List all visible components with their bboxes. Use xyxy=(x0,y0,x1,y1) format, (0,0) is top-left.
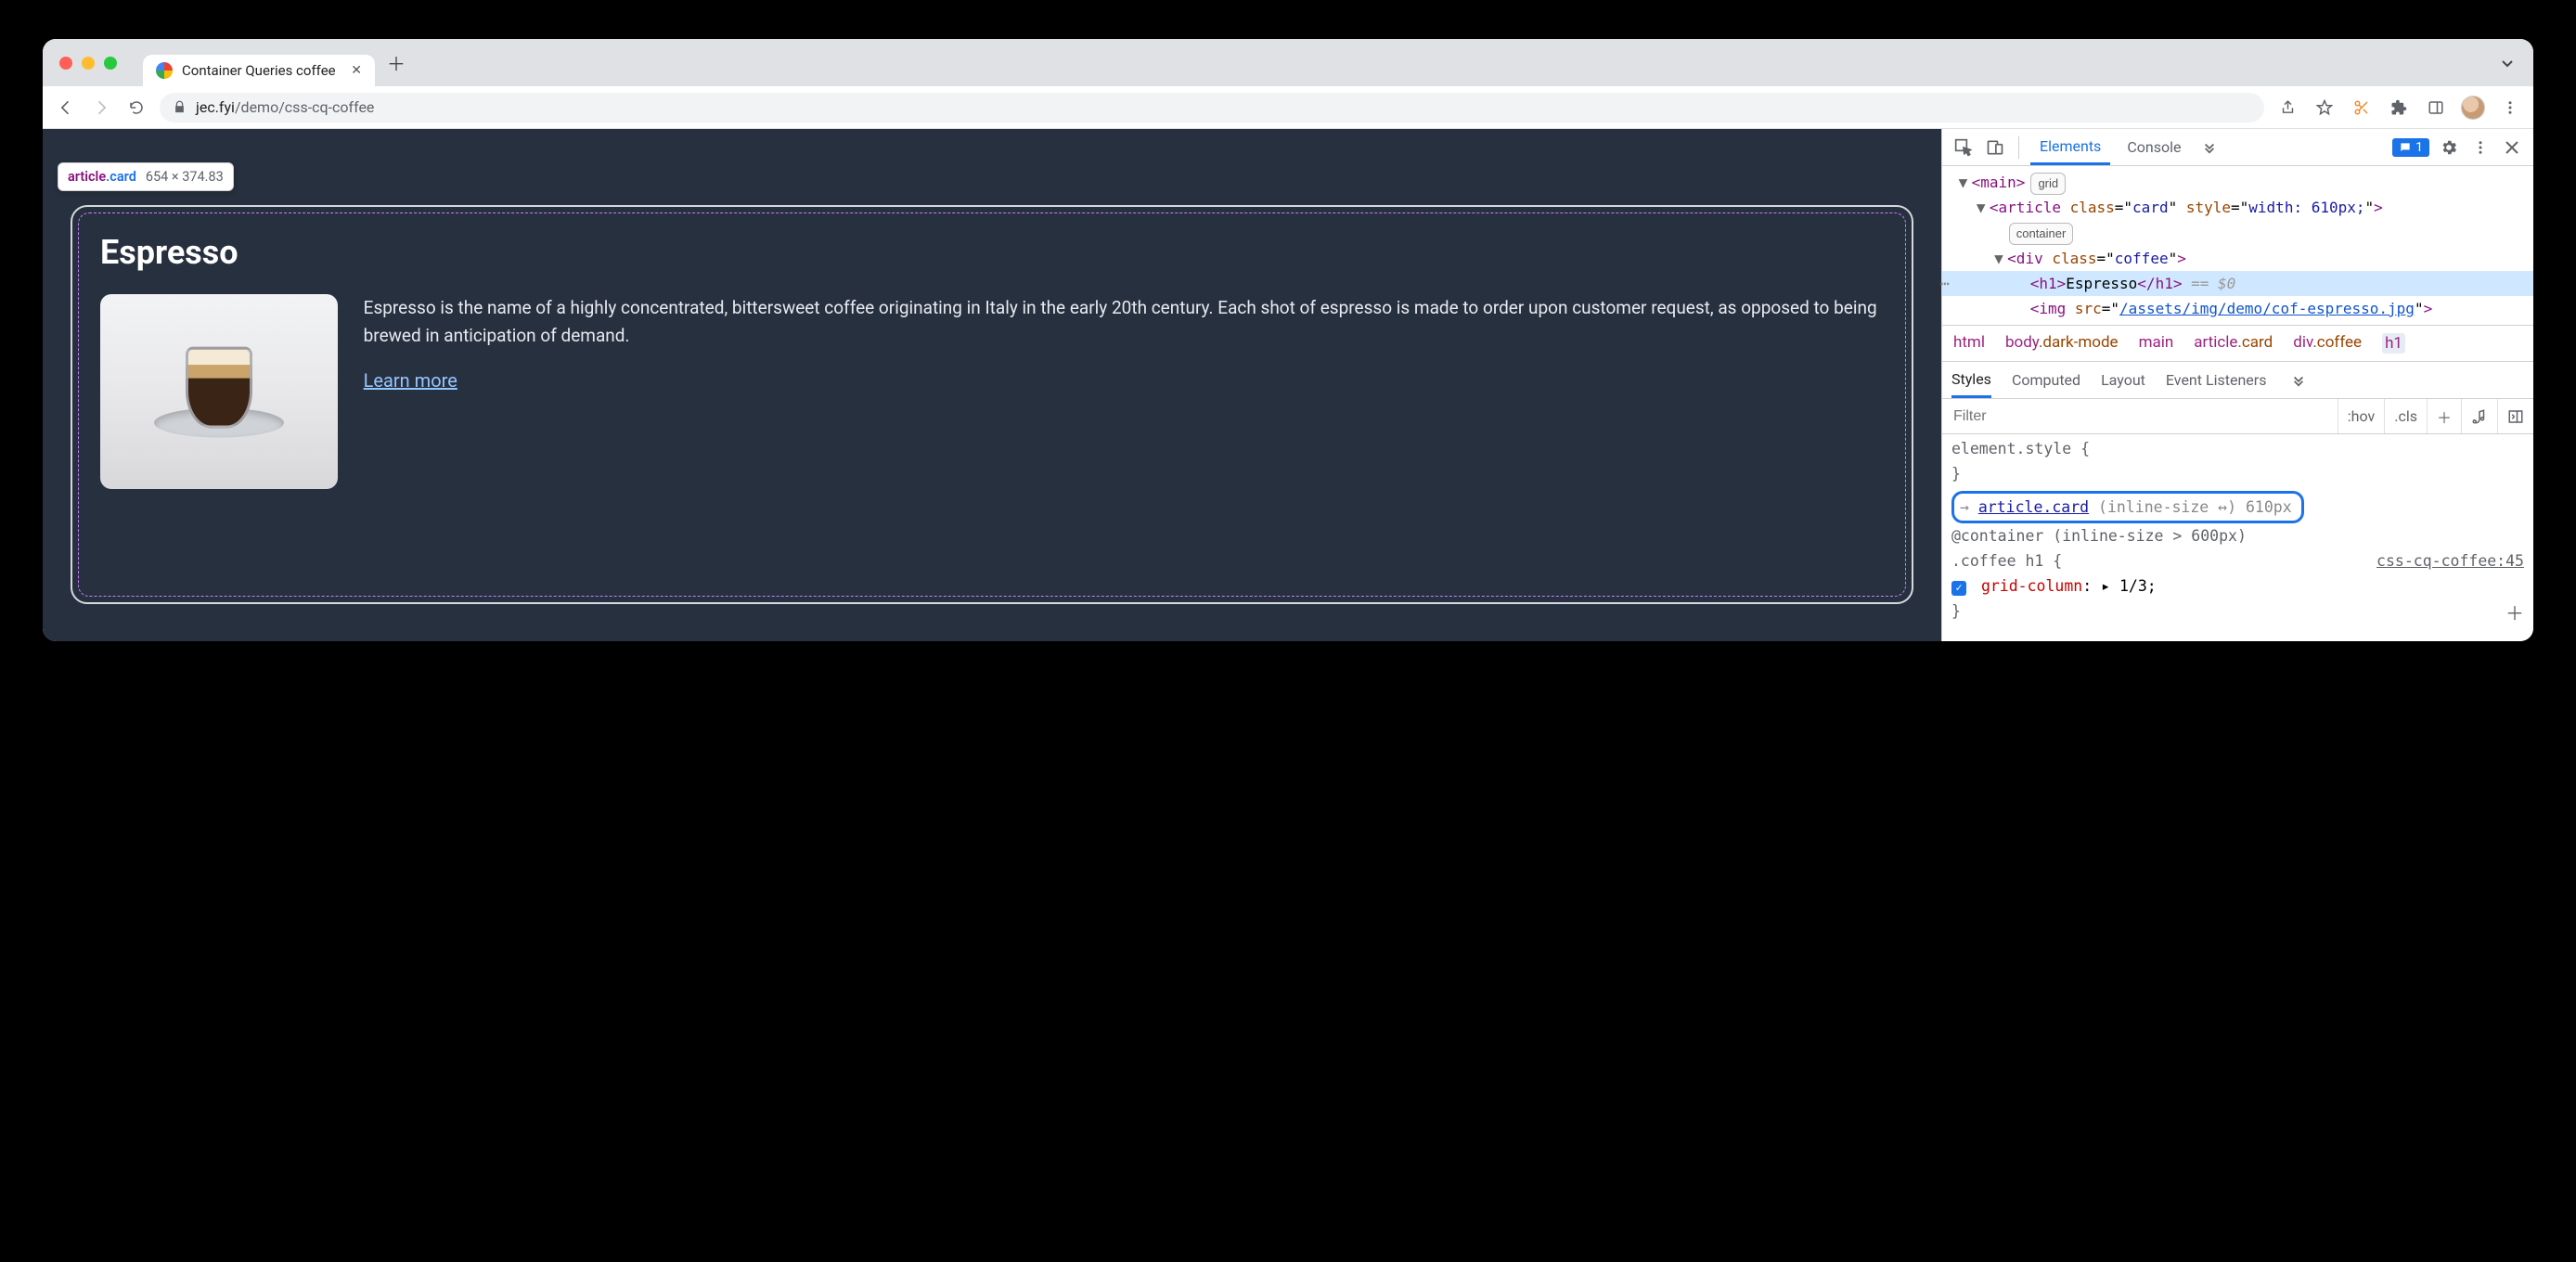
inspect-element-icon[interactable] xyxy=(1951,135,1976,160)
bookmark-icon[interactable] xyxy=(2312,96,2337,120)
crumb-html[interactable]: html xyxy=(1953,333,1985,354)
subtab-event-listeners[interactable]: Event Listeners xyxy=(2166,371,2267,389)
rule-selector: .coffee h1 { xyxy=(1951,552,2062,570)
card-body: Espresso is the name of a highly concent… xyxy=(100,294,1884,489)
subtab-styles[interactable]: Styles xyxy=(1951,362,1991,398)
page-viewport: article.card 654 × 374.83 Espresso Espre… xyxy=(43,129,1941,641)
forward-button[interactable] xyxy=(89,96,113,120)
url-text: jec.fyi/demo/css-cq-coffee xyxy=(196,98,374,116)
rendering-emulations-icon[interactable] xyxy=(2461,399,2497,433)
dom-tree[interactable]: ▼<main>grid ▼<article class="card" style… xyxy=(1942,166,2533,325)
devtools-toolbar: Elements Console 1 xyxy=(1942,129,2533,166)
tab-title: Container Queries coffee xyxy=(182,62,336,79)
window-controls xyxy=(43,57,134,70)
issues-badge[interactable]: 1 xyxy=(2392,138,2429,157)
browser-window: Container Queries coffee ✕ ＋ jec.fyi/dem… xyxy=(43,39,2533,641)
toolbar-right xyxy=(2275,96,2522,120)
tab-elements[interactable]: Elements xyxy=(2030,129,2110,165)
omnibox[interactable]: jec.fyi/demo/css-cq-coffee xyxy=(160,93,2264,122)
container-info-row: → article.card (inline-size ↔) 610px xyxy=(1951,491,2524,523)
dom-node-h1-selected[interactable]: <h1>Espresso</h1> == $0 xyxy=(1942,271,2533,296)
crumb-div[interactable]: div.coffee xyxy=(2293,333,2362,354)
element-style-close: } xyxy=(1951,461,2524,486)
property-enabled-checkbox[interactable]: ✓ xyxy=(1951,581,1966,596)
dom-node-article[interactable]: ▼<article class="card" style="width: 610… xyxy=(1950,195,2526,220)
element-style-open: element.style { xyxy=(1951,436,2524,461)
crumb-main[interactable]: main xyxy=(2139,333,2174,354)
minimize-window-icon[interactable] xyxy=(82,57,95,70)
dom-node-div[interactable]: ▼<div class="coffee"> xyxy=(1950,246,2526,271)
scissors-icon[interactable] xyxy=(2350,96,2374,120)
subtab-layout[interactable]: Layout xyxy=(2101,371,2145,389)
subtab-computed[interactable]: Computed xyxy=(2012,371,2080,389)
dom-badge-container[interactable]: container xyxy=(1950,220,2526,245)
computed-sidebar-toggle-icon[interactable] xyxy=(2497,399,2533,433)
close-window-icon[interactable] xyxy=(59,57,72,70)
tab-console[interactable]: Console xyxy=(2118,129,2190,165)
add-property-icon[interactable]: ＋ xyxy=(2505,599,2524,629)
back-button[interactable] xyxy=(54,96,78,120)
share-icon[interactable] xyxy=(2275,96,2299,120)
coffee-card: Espresso Espresso is the name of a highl… xyxy=(71,205,1913,604)
dom-breadcrumbs[interactable]: html body.dark-mode main article.card di… xyxy=(1942,325,2533,362)
rule-property-row[interactable]: ✓ grid-column: ▸ 1/3; xyxy=(1951,573,2524,599)
container-selector-link[interactable]: article.card xyxy=(1978,498,2089,516)
rule-close-brace: } ＋ xyxy=(1951,599,2524,624)
coffee-image xyxy=(100,294,338,489)
browser-tab[interactable]: Container Queries coffee ✕ xyxy=(143,55,375,86)
fullscreen-window-icon[interactable] xyxy=(104,57,117,70)
close-devtools-icon[interactable] xyxy=(2500,135,2524,160)
crumb-body[interactable]: body.dark-mode xyxy=(2005,333,2119,354)
more-subtabs-icon[interactable] xyxy=(2286,368,2311,393)
settings-icon[interactable] xyxy=(2437,135,2461,160)
at-container-rule: @container (inline-size > 600px) xyxy=(1951,523,2524,548)
reload-button[interactable] xyxy=(124,96,148,120)
profile-avatar[interactable] xyxy=(2461,96,2485,120)
devtools-panel: Elements Console 1 ▼<main>grid ▼<article… xyxy=(1941,129,2533,641)
styles-filter-input[interactable] xyxy=(1942,408,2338,425)
cls-toggle[interactable]: .cls xyxy=(2384,399,2427,433)
extensions-icon[interactable] xyxy=(2387,96,2411,120)
styles-pane[interactable]: element.style { } → article.card (inline… xyxy=(1942,434,2533,635)
tooltip-selector: article.card xyxy=(68,169,136,185)
tooltip-dimensions: 654 × 374.83 xyxy=(146,169,224,185)
rule-source-link[interactable]: css-cq-coffee:45 xyxy=(2376,548,2524,573)
styles-tabs: Styles Computed Layout Event Listeners xyxy=(1942,362,2533,399)
tabs-overflow-icon[interactable] xyxy=(2500,56,2515,71)
dom-node-main[interactable]: ▼<main>grid xyxy=(1950,170,2526,195)
close-tab-icon[interactable]: ✕ xyxy=(351,63,362,78)
content-row: article.card 654 × 374.83 Espresso Espre… xyxy=(43,129,2533,641)
new-tab-button[interactable]: ＋ xyxy=(382,49,410,77)
inspect-tooltip: article.card 654 × 374.83 xyxy=(58,162,234,191)
favicon-icon xyxy=(156,62,173,79)
devtools-menu-icon[interactable] xyxy=(2468,135,2492,160)
device-toolbar-icon[interactable] xyxy=(1983,135,2007,160)
learn-more-link[interactable]: Learn more xyxy=(364,369,457,392)
address-bar: jec.fyi/demo/css-cq-coffee xyxy=(43,86,2533,129)
hov-toggle[interactable]: :hov xyxy=(2338,399,2384,433)
crumb-h1[interactable]: h1 xyxy=(2382,333,2405,354)
card-text-column: Espresso is the name of a highly concent… xyxy=(364,294,1884,489)
kebab-menu-icon[interactable] xyxy=(2498,96,2522,120)
dom-node-img[interactable]: <img src="/assets/img/demo/cof-espresso.… xyxy=(1950,296,2526,321)
card-description: Espresso is the name of a highly concent… xyxy=(364,294,1884,351)
side-panel-icon[interactable] xyxy=(2424,96,2448,120)
rule-block: css-cq-coffee:45 .coffee h1 { xyxy=(1951,548,2524,573)
lock-icon xyxy=(173,100,187,114)
new-style-rule-icon[interactable]: ＋ xyxy=(2427,399,2461,433)
crumb-article[interactable]: article.card xyxy=(2194,333,2273,354)
styles-filter-bar: :hov .cls ＋ xyxy=(1942,399,2533,434)
espresso-cup-icon xyxy=(186,347,252,429)
tab-strip: Container Queries coffee ✕ ＋ xyxy=(43,39,2533,86)
more-tabs-icon[interactable] xyxy=(2197,135,2222,160)
card-heading: Espresso xyxy=(100,233,1884,272)
container-highlight: → article.card (inline-size ↔) 610px xyxy=(1951,491,2304,523)
property-value: 1/3 xyxy=(2119,577,2147,595)
property-name: grid-column xyxy=(1981,577,2082,595)
